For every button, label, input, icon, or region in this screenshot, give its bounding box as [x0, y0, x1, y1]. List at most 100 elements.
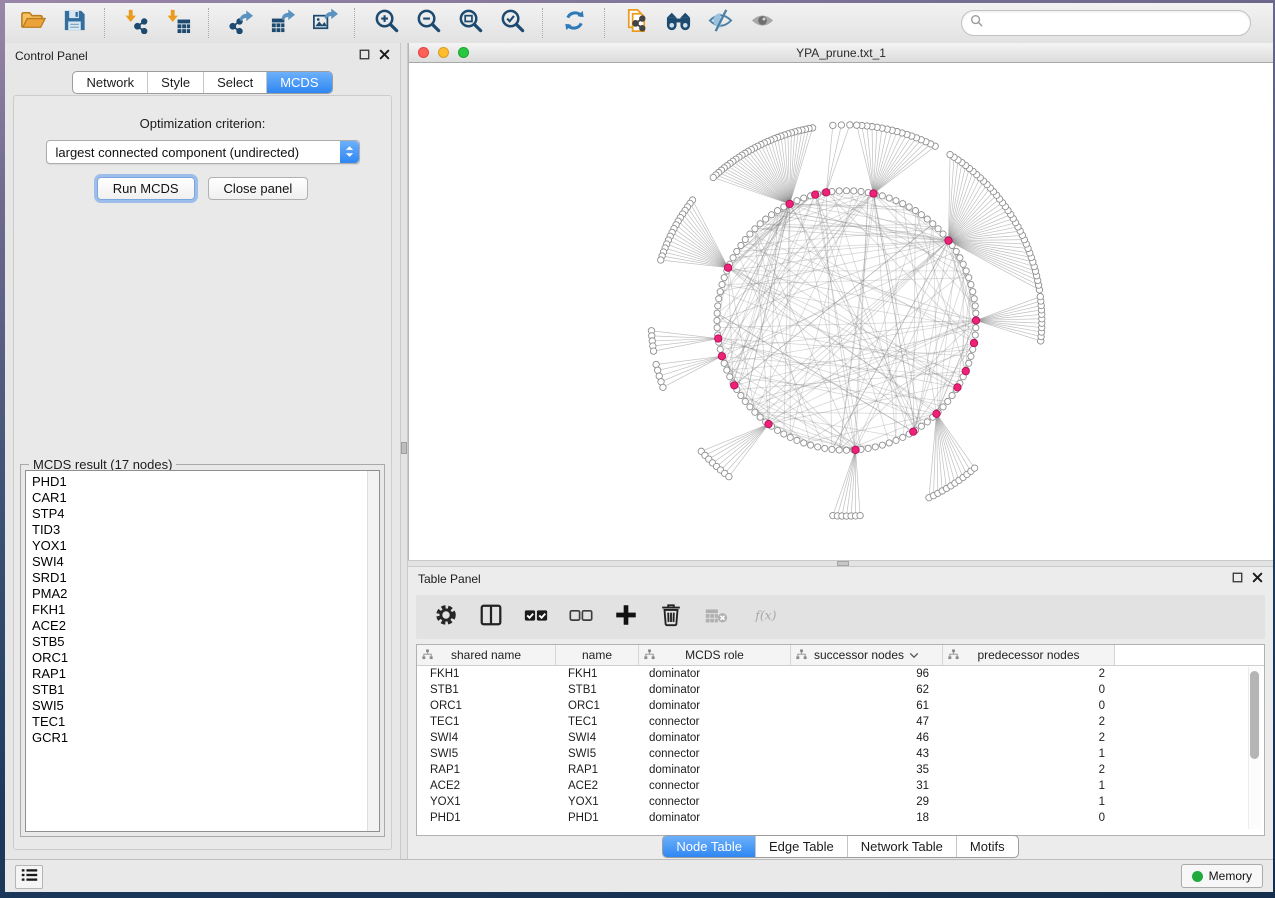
mcds-list-item[interactable]: STB1: [32, 682, 379, 698]
tab-motifs[interactable]: Motifs: [956, 836, 1018, 857]
table-toolbar-deselect-all-button[interactable]: [567, 603, 595, 631]
ring-node[interactable]: [774, 427, 780, 433]
ring-node[interactable]: [763, 216, 769, 222]
ring-node[interactable]: [715, 303, 721, 309]
ring-node[interactable]: [940, 231, 946, 237]
leaf-node[interactable]: [847, 122, 853, 128]
column-header-name[interactable]: name: [556, 645, 639, 665]
ring-node[interactable]: [935, 226, 941, 232]
ring-node[interactable]: [794, 198, 800, 204]
float-panel-icon[interactable]: [359, 47, 370, 65]
toolbar-button-export-network[interactable]: [223, 6, 257, 40]
ring-node[interactable]: [801, 440, 807, 446]
mcds-list-item[interactable]: SWI5: [32, 698, 379, 714]
ring-node[interactable]: [742, 398, 748, 404]
ring-node[interactable]: [900, 434, 906, 440]
table-toolbar-columns-button[interactable]: [477, 603, 505, 631]
ring-node[interactable]: [858, 188, 864, 194]
ring-node[interactable]: [843, 188, 849, 194]
ring-node[interactable]: [972, 303, 978, 309]
ring-node[interactable]: [966, 275, 972, 281]
ring-node[interactable]: [879, 442, 885, 448]
ring-node[interactable]: [930, 221, 936, 227]
table-scrollbar[interactable]: [1248, 667, 1261, 829]
tab-node-table[interactable]: Node Table: [663, 836, 755, 857]
hub-node[interactable]: [715, 335, 722, 342]
leaf-node[interactable]: [830, 122, 836, 128]
toolbar-button-zoom-out[interactable]: [411, 6, 445, 40]
toolbar-button-refresh[interactable]: [557, 6, 591, 40]
ring-node[interactable]: [973, 325, 979, 331]
close-panel-button[interactable]: Close panel: [208, 177, 309, 200]
run-mcds-button[interactable]: Run MCDS: [97, 177, 195, 200]
tab-network-table[interactable]: Network Table: [847, 836, 956, 857]
optimization-criterion-select[interactable]: largest connected component (undirected): [46, 140, 360, 164]
ring-node[interactable]: [900, 201, 906, 207]
ring-node[interactable]: [960, 261, 966, 267]
hub-node[interactable]: [933, 410, 940, 417]
ring-node[interactable]: [872, 444, 878, 450]
leaf-node[interactable]: [650, 348, 656, 354]
ring-node[interactable]: [719, 281, 725, 287]
window-minimize-light[interactable]: [438, 47, 449, 58]
ring-node[interactable]: [940, 404, 946, 410]
ring-node[interactable]: [886, 195, 892, 201]
vertical-splitter-handle[interactable]: [401, 442, 407, 454]
ring-node[interactable]: [714, 310, 720, 316]
mcds-list-item[interactable]: TEC1: [32, 714, 379, 730]
toolbar-button-export-table[interactable]: [265, 6, 299, 40]
table-row[interactable]: SWI5SWI5connector431: [417, 746, 1264, 762]
mcds-list-item[interactable]: GCR1: [32, 730, 379, 746]
hub-node[interactable]: [870, 190, 877, 197]
tab-mcds[interactable]: MCDS: [266, 72, 331, 93]
mcds-list-item[interactable]: STB5: [32, 634, 379, 650]
hub-node[interactable]: [945, 237, 952, 244]
ring-node[interactable]: [757, 414, 763, 420]
leaf-node[interactable]: [658, 257, 664, 263]
table-row[interactable]: SWI4SWI4dominator462: [417, 730, 1264, 746]
ring-node[interactable]: [717, 289, 723, 295]
hub-node[interactable]: [954, 384, 961, 391]
ring-node[interactable]: [747, 404, 753, 410]
ring-node[interactable]: [918, 423, 924, 429]
ring-node[interactable]: [968, 353, 974, 359]
leaf-node[interactable]: [1037, 293, 1043, 299]
ring-node[interactable]: [774, 208, 780, 214]
table-scrollbar-thumb[interactable]: [1250, 671, 1259, 759]
toolbar-button-import-table[interactable]: [161, 6, 195, 40]
ring-node[interactable]: [865, 445, 871, 451]
ring-node[interactable]: [738, 242, 744, 248]
ring-node[interactable]: [829, 446, 835, 452]
mcds-list-item[interactable]: FKH1: [32, 602, 379, 618]
close-panel-icon[interactable]: [379, 47, 390, 65]
ring-node[interactable]: [768, 212, 774, 218]
mcds-list-scrollbar[interactable]: [367, 471, 379, 831]
ring-node[interactable]: [724, 367, 730, 373]
search-input[interactable]: [988, 13, 1242, 33]
vertical-splitter[interactable]: [400, 43, 408, 860]
ring-node[interactable]: [851, 188, 857, 194]
window-maximize-light[interactable]: [458, 47, 469, 58]
automation-panel-button[interactable]: [15, 865, 43, 889]
hub-node[interactable]: [718, 353, 725, 360]
leaf-node[interactable]: [838, 122, 844, 128]
ring-node[interactable]: [752, 226, 758, 232]
toolbar-button-clone-network[interactable]: [619, 6, 653, 40]
ring-node[interactable]: [714, 317, 720, 323]
ring-node[interactable]: [912, 208, 918, 214]
ring-node[interactable]: [714, 325, 720, 331]
table-row[interactable]: ORC1ORC1dominator610: [417, 698, 1264, 714]
table-row[interactable]: YOX1YOX1connector291: [417, 794, 1264, 810]
table-toolbar-add-button[interactable]: [612, 603, 640, 631]
ring-node[interactable]: [924, 419, 930, 425]
leaf-node[interactable]: [710, 174, 716, 180]
hub-node[interactable]: [962, 367, 969, 374]
ring-node[interactable]: [752, 409, 758, 415]
table-row[interactable]: ACE2ACE2connector311: [417, 778, 1264, 794]
ring-node[interactable]: [757, 221, 763, 227]
ring-node[interactable]: [836, 188, 842, 194]
ring-node[interactable]: [836, 447, 842, 453]
toolbar-button-show-graphics-details[interactable]: [745, 6, 779, 40]
mcds-list-item[interactable]: SRD1: [32, 570, 379, 586]
ring-node[interactable]: [738, 392, 744, 398]
